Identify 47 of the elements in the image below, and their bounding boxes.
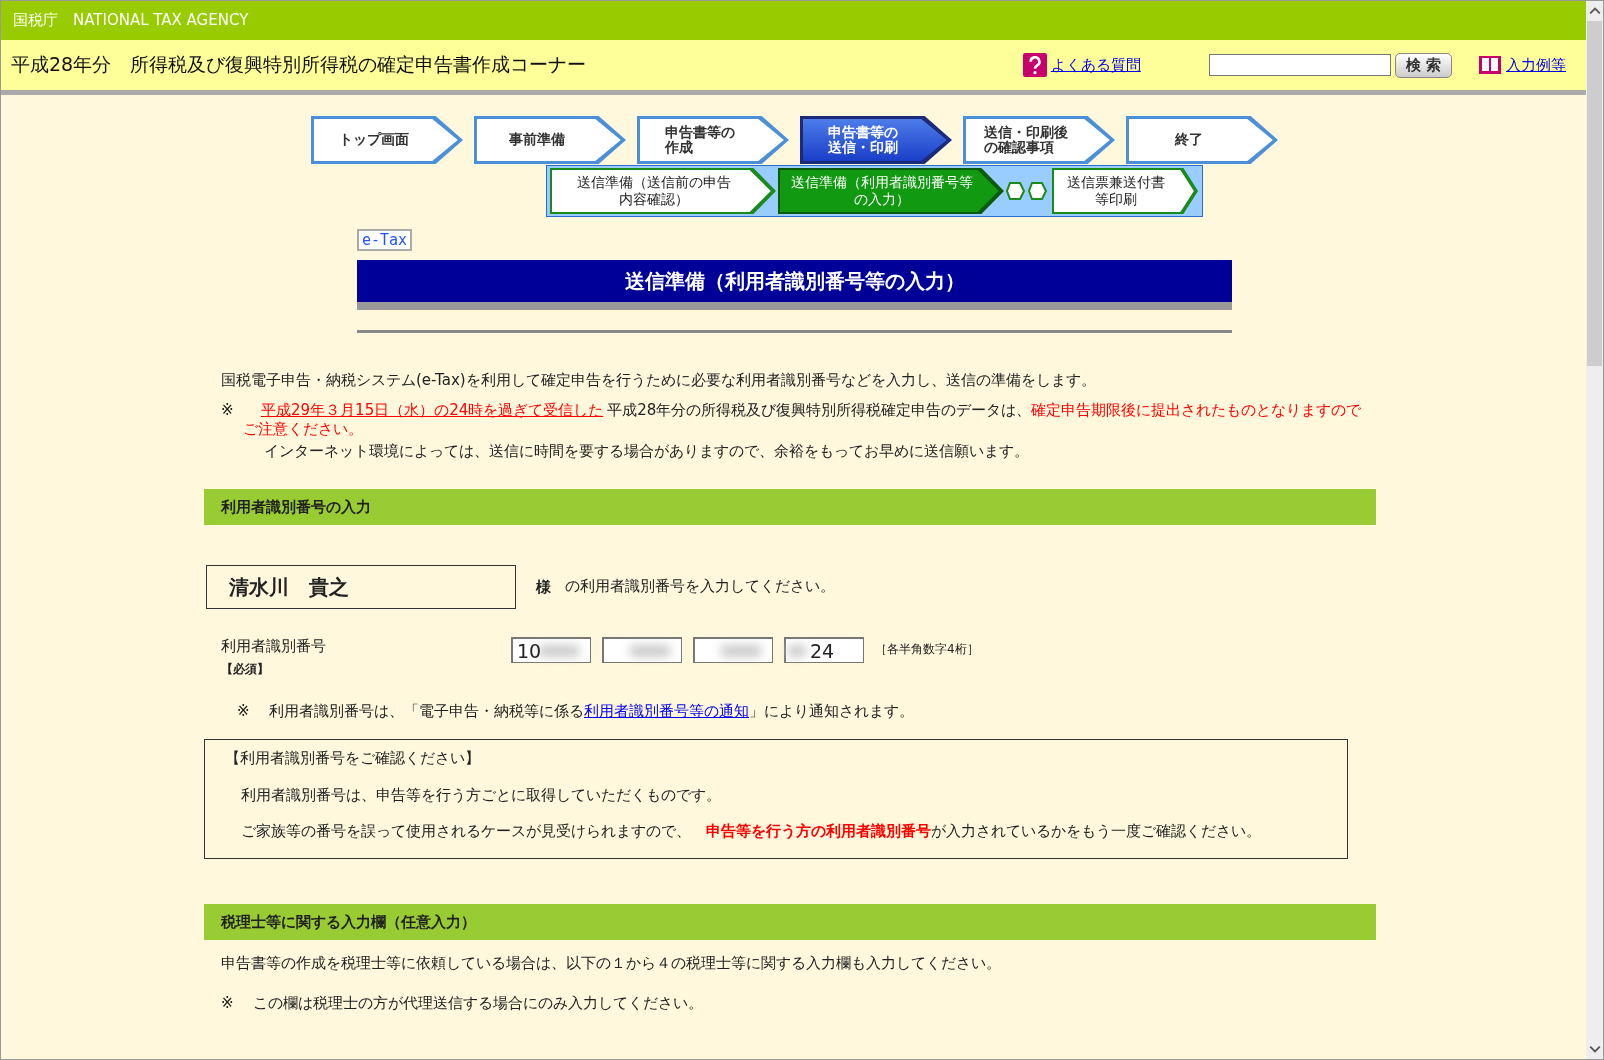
deadline-notice: 平成29年３月15日（水）の24時を過ぎて受信した 平成28年分の所得税及び復興特別所得税確定申告のデータは、確定申告期限後に提出されたものとなりますのでご注意ください。 xyxy=(243,400,1363,440)
substep-tab[interactable]: 送信準備（送信前の申告 内容確認） xyxy=(550,168,776,214)
note-mark: ※ xyxy=(221,400,235,421)
taxpayer-name: 清水川 貴之 xyxy=(229,573,349,601)
search-button[interactable]: 検 索 xyxy=(1394,52,1452,78)
notification-link[interactable]: 利用者識別番号等の通知 xyxy=(584,701,749,720)
substep-tab[interactable]: 送信準備（利用者識別番号等 の入力） xyxy=(778,168,1004,214)
example-link[interactable]: 入力例等 xyxy=(1506,55,1566,75)
site-title: 平成28年分 所得税及び復興特別所得税の確定申告書作成コーナー xyxy=(11,52,587,77)
page-title: 送信準備（利用者識別番号等の入力） xyxy=(357,260,1232,310)
substep-tab[interactable]: 送信票兼送付書 等印刷 xyxy=(1052,168,1198,214)
scroll-thumb[interactable] xyxy=(1587,21,1602,366)
confirm-text: 利用者識別番号は、申告等を行う方ごとに取得していただくものです。 xyxy=(240,785,722,805)
id-input-field[interactable] xyxy=(693,637,773,663)
step-tab[interactable]: 終了 xyxy=(1126,116,1278,164)
required-label: 【必須】 xyxy=(221,660,270,678)
note-mark: ※ xyxy=(237,701,251,721)
confirm-warning: ご家族等の番号を誤って使用されるケースが見受けられますので、 申告等を行う方の利用者識別番号が入力されているかをもう一度ご確認ください。 xyxy=(240,822,1262,842)
step-tab[interactable]: 申告書等の 送信・印刷 xyxy=(800,116,952,164)
section-text: 申告書等の作成を税理士等に依頼している場合は、以下の１から４の税理士等に関する入力欄も入力してください。 xyxy=(221,954,1002,974)
book-icon[interactable] xyxy=(1478,54,1502,76)
prompt-text: の利用者識別番号を入力してください。 xyxy=(565,577,835,597)
step-tab[interactable]: 申告書等の 作成 xyxy=(637,116,789,164)
help-icon[interactable] xyxy=(1022,53,1047,77)
id-input-field[interactable]: 10 xyxy=(511,637,591,663)
faq-link[interactable]: よくある質問 xyxy=(1050,55,1141,75)
intro-text: 国税電子申告・納税システム(e-Tax)を利用して確定申告を行うために必要な利用者識別番号などを入力し、送信の準備をします。 xyxy=(221,371,1097,391)
digits-hint: ［各半角数字4桁］ xyxy=(875,641,979,658)
section-title: 税理士等に関する入力欄（任意入力） xyxy=(221,912,476,932)
section-title: 利用者識別番号の入力 xyxy=(221,497,371,517)
note-mark: ※ xyxy=(221,993,235,1013)
ellipsis-icon xyxy=(1006,179,1050,203)
id-input-field[interactable] xyxy=(602,637,682,663)
field-label: 利用者識別番号 xyxy=(221,637,327,657)
step-tab[interactable]: 事前準備 xyxy=(474,116,626,164)
notification-note: 利用者識別番号は、「電子申告・納税等に係る利用者識別番号等の通知」により通知されます。 xyxy=(269,701,914,721)
search-field[interactable] xyxy=(1208,54,1391,76)
confirm-title: 【利用者識別番号をご確認ください】 xyxy=(225,749,481,769)
agency-name: 国税庁 NATIONAL TAX AGENCY xyxy=(13,11,249,30)
honorific: 様 xyxy=(536,577,551,597)
section-note: この欄は税理士の方が代理送信する場合にのみ入力してください。 xyxy=(253,993,703,1013)
etax-badge: e-Tax xyxy=(357,229,413,251)
scrollbar[interactable] xyxy=(1586,1,1603,1059)
step-tab[interactable]: 送信・印刷後 の確認事項 xyxy=(963,116,1115,164)
step-tab[interactable]: トップ画面 xyxy=(311,116,463,164)
id-input-field[interactable]: 24 xyxy=(784,637,864,663)
network-notice: インターネット環境によっては、送信に時間を要する場合がありますので、余裕をもってお早めに送信願います。 xyxy=(264,441,1030,461)
